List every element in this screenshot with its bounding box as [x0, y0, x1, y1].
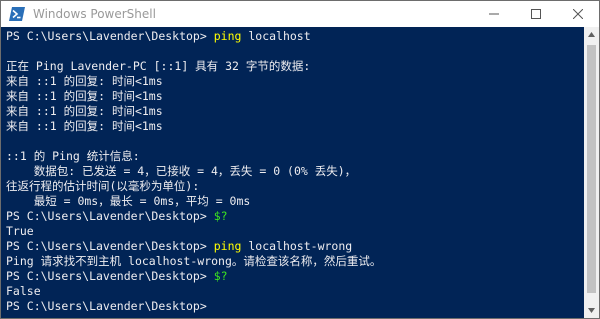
output-line: 最短 = 0ms，最长 = 0ms，平均 = 0ms	[6, 194, 251, 208]
prompt-line: PS C:\Users\Lavender\Desktop> ping local…	[6, 29, 584, 44]
command-argument: localhost-wrong	[241, 239, 353, 253]
output-line: 来自 ::1 的回复: 时间<1ms	[6, 74, 163, 88]
output-line: ::1 的 Ping 统计信息:	[6, 149, 140, 163]
minimize-icon	[489, 13, 499, 15]
powershell-icon	[9, 6, 25, 22]
prompt-line: PS C:\Users\Lavender\Desktop> $?	[6, 269, 584, 284]
scroll-up-arrow-icon[interactable]	[584, 27, 599, 42]
scroll-down-arrow-icon[interactable]	[584, 303, 599, 318]
command-text: ping	[213, 239, 242, 253]
console-output[interactable]: PS C:\Users\Lavender\Desktop> ping local…	[1, 27, 584, 318]
maximize-icon	[531, 9, 541, 19]
minimize-button[interactable]	[473, 1, 515, 27]
output-line: 正在 Ping Lavender-PC [::1] 具有 32 字节的数据:	[6, 59, 311, 73]
window-title: Windows PowerShell	[33, 7, 156, 21]
output-line: 来自 ::1 的回复: 时间<1ms	[6, 89, 163, 103]
output-line: Ping 请求找不到主机 localhost-wrong。请检查该名称，然后重试…	[6, 254, 382, 268]
window-controls	[473, 1, 599, 27]
prompt-line: PS C:\Users\Lavender\Desktop> $?	[6, 209, 584, 224]
prompt-text: PS C:\Users\Lavender\Desktop>	[6, 239, 214, 253]
output-line: 往返行程的估计时间(以毫秒为单位):	[6, 179, 200, 193]
title-bar[interactable]: Windows PowerShell	[1, 1, 599, 27]
command-argument: localhost	[241, 29, 311, 43]
prompt-text: PS C:\Users\Lavender\Desktop>	[6, 209, 214, 223]
prompt-text: PS C:\Users\Lavender\Desktop>	[6, 29, 214, 43]
output-line: True	[6, 224, 34, 238]
command-text: ping	[213, 29, 242, 43]
close-button[interactable]	[557, 1, 599, 27]
output-line: 来自 ::1 的回复: 时间<1ms	[6, 119, 163, 133]
variable-text: $?	[213, 209, 228, 223]
prompt-line: PS C:\Users\Lavender\Desktop> ping local…	[6, 239, 584, 254]
output-line: False	[6, 284, 41, 298]
prompt-line: PS C:\Users\Lavender\Desktop>	[6, 299, 584, 314]
powershell-window: Windows PowerShell PS C:\Users\Lavender\…	[0, 0, 600, 319]
scrollbar-thumb[interactable]	[587, 45, 596, 293]
prompt-text: PS C:\Users\Lavender\Desktop>	[6, 299, 214, 313]
vertical-scrollbar[interactable]	[584, 27, 599, 318]
output-line: 数据包: 已发送 = 4，已接收 = 4，丢失 = 0 (0% 丢失)，	[6, 164, 357, 178]
output-line: 来自 ::1 的回复: 时间<1ms	[6, 104, 163, 118]
close-icon	[573, 9, 583, 19]
maximize-button[interactable]	[515, 1, 557, 27]
prompt-text: PS C:\Users\Lavender\Desktop>	[6, 269, 214, 283]
variable-text: $?	[213, 269, 228, 283]
